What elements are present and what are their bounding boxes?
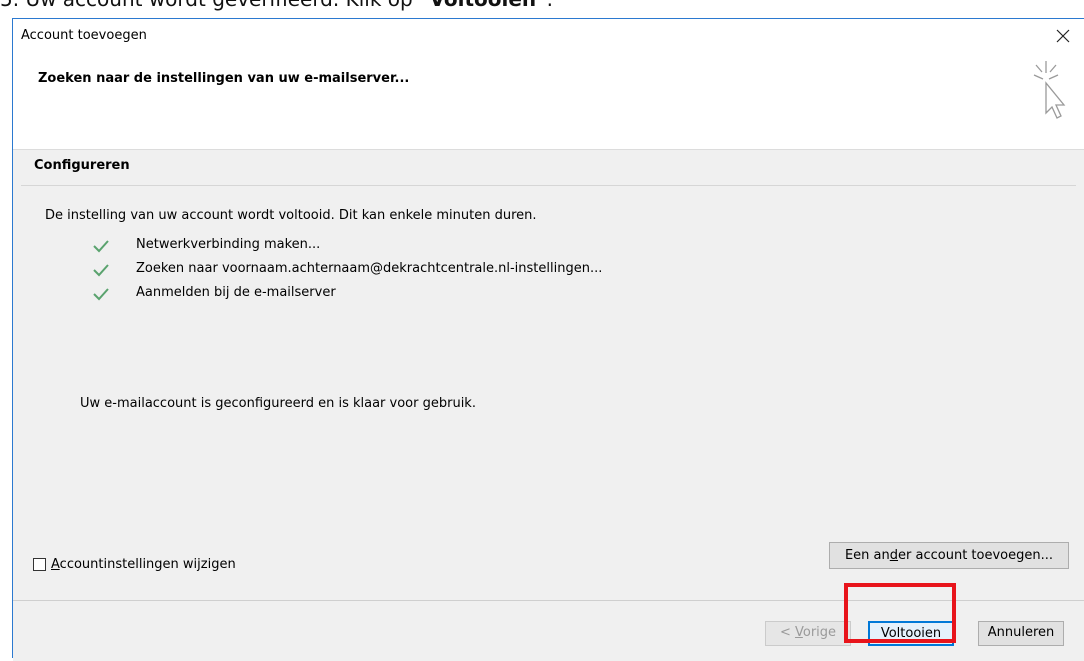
header-title: Zoeken naar de instellingen van uw e-mai… bbox=[38, 71, 410, 86]
cancel-button[interactable]: Annuleren bbox=[978, 621, 1064, 646]
finish-button[interactable]: Voltooien bbox=[868, 621, 954, 646]
step-label: Netwerkverbinding maken... bbox=[136, 237, 321, 252]
instruction-caption: 5. Uw account wordt geverifieerd. Klik o… bbox=[0, 0, 1084, 14]
caption-bold: "Voltooien" bbox=[419, 0, 547, 11]
checkmark-icon bbox=[93, 288, 109, 301]
section-title: Configureren bbox=[34, 158, 130, 173]
caption-text: 5. Uw account wordt geverifieerd. Klik o… bbox=[0, 0, 419, 11]
add-other-account-button[interactable]: Een ander account toevoegen... bbox=[829, 542, 1069, 569]
dialog-header: Zoeken naar de instellingen van uw e-mai… bbox=[13, 53, 1084, 150]
add-account-dialog: Account toevoegen Zoeken naar de instell… bbox=[12, 18, 1084, 661]
change-settings-checkbox-row[interactable]: Accountinstellingen wijzigen bbox=[33, 557, 236, 572]
intro-text: De instelling van uw account wordt volto… bbox=[45, 208, 537, 223]
section-divider bbox=[21, 185, 1076, 186]
success-message: Uw e-mailaccount is geconfigureerd en is… bbox=[80, 396, 476, 411]
step-label: Aanmelden bij de e-mailserver bbox=[136, 285, 336, 300]
checkmark-icon bbox=[93, 240, 109, 253]
previous-button[interactable]: < Vorige bbox=[765, 621, 851, 646]
step-label: Zoeken naar voornaam.achternaam@dekracht… bbox=[136, 261, 603, 276]
checkmark-icon bbox=[93, 264, 109, 277]
content-area: Configureren De instelling van uw accoun… bbox=[13, 150, 1084, 600]
caption-suffix: . bbox=[547, 0, 553, 11]
cursor-sparkle-icon bbox=[1033, 61, 1066, 119]
close-icon bbox=[1056, 29, 1070, 43]
window-title: Account toevoegen bbox=[21, 28, 147, 43]
title-bar: Account toevoegen bbox=[13, 19, 1084, 53]
change-settings-checkbox[interactable] bbox=[33, 558, 46, 571]
dialog-footer: < Vorige Voltooien Annuleren bbox=[13, 600, 1084, 661]
close-button[interactable] bbox=[1046, 19, 1080, 53]
checkbox-label: Accountinstellingen wijzigen bbox=[51, 557, 236, 572]
